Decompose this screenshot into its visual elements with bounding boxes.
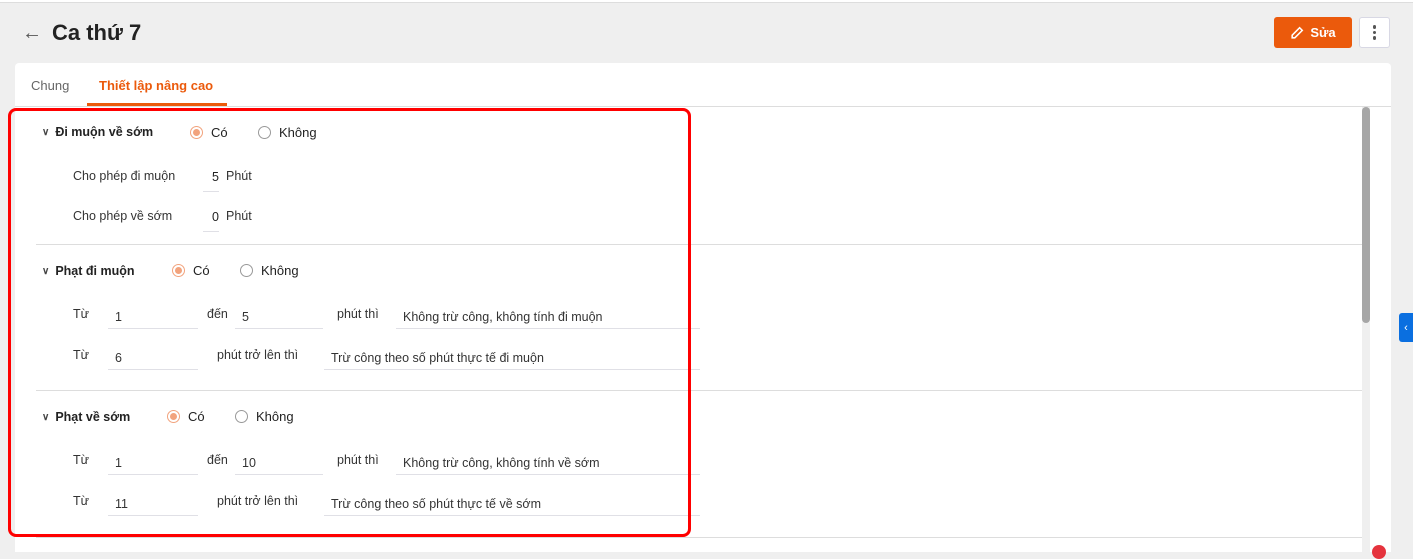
pencil-icon <box>1291 26 1304 39</box>
highlight-box <box>8 108 691 537</box>
tab-advanced-settings[interactable]: Thiết lập nâng cao <box>99 78 213 93</box>
back-arrow-icon[interactable]: ← <box>22 22 42 45</box>
tab-divider <box>15 106 1391 107</box>
more-options-button[interactable] <box>1359 17 1390 48</box>
chevron-left-icon: ‹ <box>1404 321 1408 334</box>
edit-button[interactable]: Sửa <box>1274 17 1352 48</box>
top-border <box>0 0 1413 3</box>
edit-label: Sửa <box>1310 25 1336 40</box>
notification-badge[interactable] <box>1372 545 1386 559</box>
divider <box>36 537 1362 538</box>
scrollbar-thumb[interactable] <box>1362 107 1370 323</box>
page-title: Ca thứ 7 <box>52 20 142 45</box>
side-panel-toggle[interactable]: ‹ <box>1399 313 1413 342</box>
tab-general[interactable]: Chung <box>31 78 69 93</box>
